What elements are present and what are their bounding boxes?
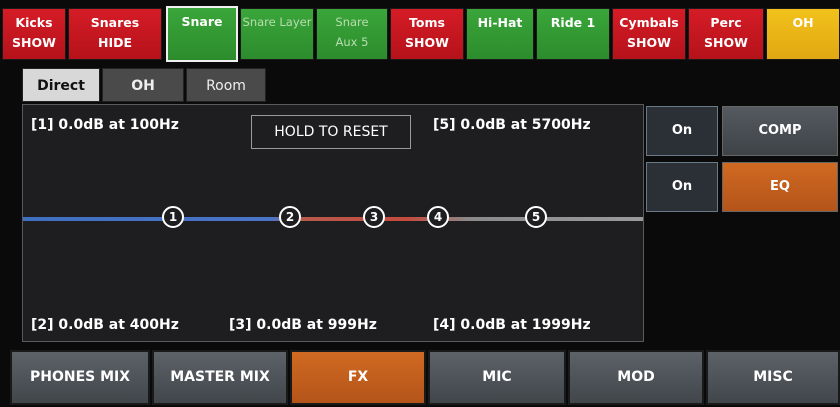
channel-name: OH bbox=[792, 15, 814, 30]
channel-status: SHOW bbox=[405, 35, 449, 50]
misc-button[interactable]: MISC bbox=[706, 350, 840, 405]
channel-status: HIDE bbox=[97, 35, 133, 50]
bottom-menu: PHONES MIX MASTER MIX FX MIC MOD MISC bbox=[0, 350, 840, 407]
band-5-label: [5] 0.0dB at 5700Hz bbox=[433, 117, 591, 133]
band-1-label: [1] 0.0dB at 100Hz bbox=[31, 117, 179, 133]
channel-name: Ride 1 bbox=[550, 15, 596, 30]
eq-curve bbox=[23, 217, 643, 221]
channel-name: Cymbals bbox=[619, 15, 679, 30]
tab-direct[interactable]: Direct bbox=[22, 68, 100, 102]
channel-snares[interactable]: Snares HIDE bbox=[68, 8, 162, 60]
band-5-handle[interactable]: 5 bbox=[525, 206, 547, 228]
channel-name: Snares bbox=[90, 15, 140, 30]
band-3-handle[interactable]: 3 bbox=[363, 206, 385, 228]
channel-hi-hat[interactable]: Hi-Hat bbox=[466, 8, 534, 60]
band-4-handle[interactable]: 4 bbox=[427, 206, 449, 228]
channel-status: SHOW bbox=[704, 35, 748, 50]
channel-name: Perc bbox=[710, 15, 742, 30]
eq-button[interactable]: EQ bbox=[722, 162, 838, 212]
master-mix-button[interactable]: MASTER MIX bbox=[152, 350, 288, 405]
channel-bar: Kicks SHOW Snares HIDE Snare Snare Layer… bbox=[0, 0, 840, 62]
channel-snare-layer[interactable]: Snare Layer bbox=[240, 8, 314, 60]
channel-name: Toms bbox=[409, 15, 445, 30]
channel-cymbals[interactable]: Cymbals SHOW bbox=[612, 8, 686, 60]
eq-graph[interactable]: [1] 0.0dB at 100Hz HOLD TO RESET [5] 0.0… bbox=[22, 104, 644, 342]
channel-status: Aux 5 bbox=[335, 35, 369, 49]
channel-kicks[interactable]: Kicks SHOW bbox=[2, 8, 66, 60]
channel-status: SHOW bbox=[12, 35, 56, 50]
eq-on-toggle[interactable]: On bbox=[646, 162, 718, 212]
band-4-label: [4] 0.0dB at 1999Hz bbox=[433, 317, 591, 333]
comp-button[interactable]: COMP bbox=[722, 106, 838, 156]
channel-status: SHOW bbox=[627, 35, 671, 50]
channel-ride-1[interactable]: Ride 1 bbox=[536, 8, 610, 60]
mod-button[interactable]: MOD bbox=[568, 350, 704, 405]
fx-button[interactable]: FX bbox=[290, 350, 426, 405]
phones-mix-button[interactable]: PHONES MIX bbox=[10, 350, 150, 405]
comp-on-toggle[interactable]: On bbox=[646, 106, 718, 156]
band-2-label: [2] 0.0dB at 400Hz bbox=[31, 317, 179, 333]
channel-name: Snare bbox=[335, 15, 369, 29]
channel-oh[interactable]: OH bbox=[766, 8, 840, 60]
band-2-handle[interactable]: 2 bbox=[279, 206, 301, 228]
channel-name: Hi-Hat bbox=[477, 15, 523, 30]
channel-name: Snare Layer bbox=[242, 15, 312, 29]
channel-snare-selected[interactable]: Snare bbox=[166, 6, 238, 62]
tab-oh[interactable]: OH bbox=[102, 68, 184, 102]
mic-button[interactable]: MIC bbox=[428, 350, 566, 405]
hold-to-reset-button[interactable]: HOLD TO RESET bbox=[251, 115, 411, 149]
tab-room[interactable]: Room bbox=[186, 68, 266, 102]
channel-name: Snare bbox=[181, 14, 223, 29]
channel-snare-aux[interactable]: Snare Aux 5 bbox=[316, 8, 388, 60]
band-1-handle[interactable]: 1 bbox=[162, 206, 184, 228]
channel-name: Kicks bbox=[15, 15, 53, 30]
band-3-label: [3] 0.0dB at 999Hz bbox=[229, 317, 377, 333]
eq-panel: Direct OH Room [1] 0.0dB at 100Hz HOLD T… bbox=[12, 66, 840, 344]
channel-toms[interactable]: Toms SHOW bbox=[390, 8, 464, 60]
channel-perc[interactable]: Perc SHOW bbox=[688, 8, 764, 60]
module-controls: On COMP On EQ bbox=[644, 104, 840, 342]
